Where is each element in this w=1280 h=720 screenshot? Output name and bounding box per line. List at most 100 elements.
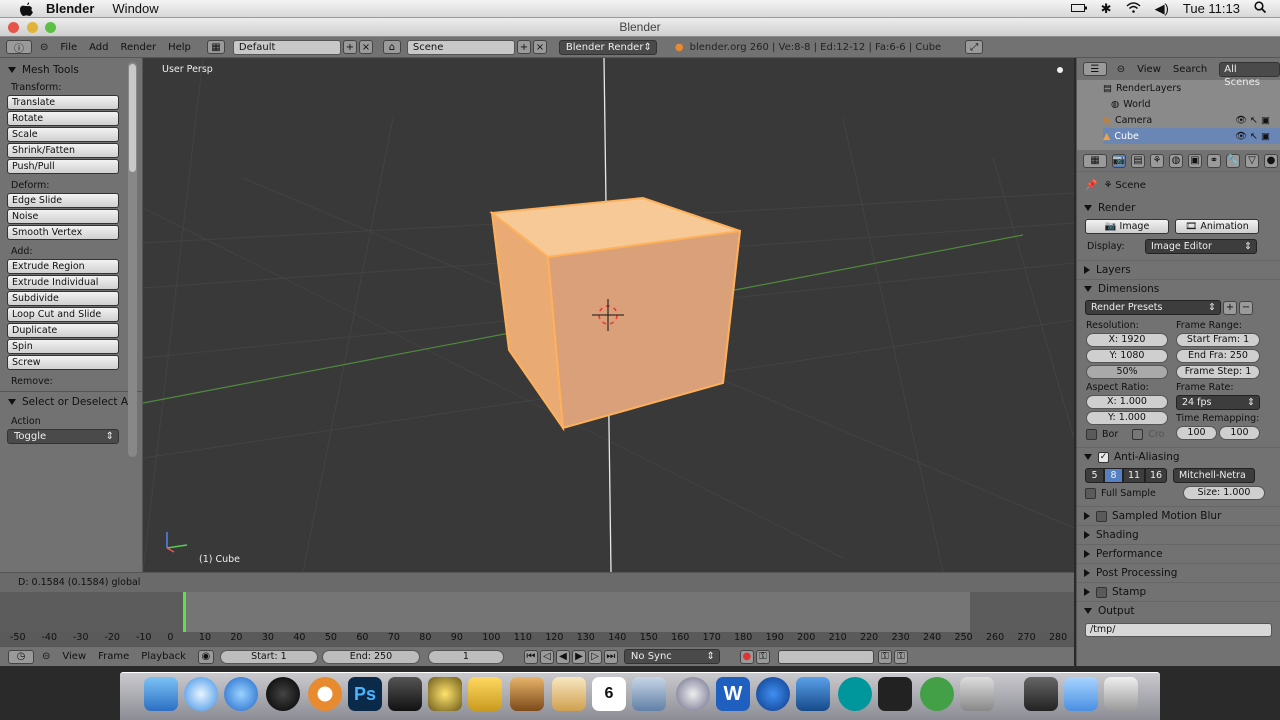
tool-rotate-button[interactable]: Rotate xyxy=(7,111,119,126)
imovie-star-icon[interactable] xyxy=(428,677,462,711)
timeline-editor[interactable]: -50 -40 -30 -20 -10 0 10 20 30 40 50 60 70 80 90 100 110… xyxy=(0,592,1074,646)
tool-edge-slide-button[interactable]: Edge Slide xyxy=(7,193,119,208)
aspect-y-field[interactable]: Y: 1.000 xyxy=(1086,411,1168,425)
resolution-percentage-field[interactable]: 50% xyxy=(1086,365,1168,379)
finder-icon[interactable] xyxy=(144,677,178,711)
calendar-icon[interactable]: 6 xyxy=(592,677,626,711)
garageband-icon[interactable] xyxy=(510,677,544,711)
editor-type-outliner-icon[interactable]: ☰ xyxy=(1083,62,1107,76)
aa-filter-select[interactable]: Mitchell-Netra xyxy=(1173,468,1255,483)
render-image-button[interactable]: 📷 Image xyxy=(1085,219,1169,234)
tool-shrink-fatten-button[interactable]: Shrink/Fatten xyxy=(7,143,119,158)
zoom-window-icon[interactable] xyxy=(45,22,56,33)
remap-old-field[interactable]: 100 xyxy=(1176,426,1217,440)
start-frame-field[interactable]: Start: 1 xyxy=(219,649,318,664)
close-window-icon[interactable] xyxy=(8,22,19,33)
menu-app-name[interactable]: Blender xyxy=(46,1,94,16)
bluetooth-icon[interactable]: ✱ xyxy=(1101,1,1112,17)
outliner-item-world[interactable]: ◍ World xyxy=(1103,96,1280,112)
prev-keyframe-icon[interactable]: ◁ xyxy=(539,649,554,664)
current-frame-field[interactable]: 1 xyxy=(427,649,504,664)
insert-keyframe-icon[interactable]: ⚿ xyxy=(877,649,892,664)
render-panel-header[interactable]: Render xyxy=(1077,198,1280,217)
aa-samples-16[interactable]: 16 xyxy=(1145,468,1167,483)
remap-new-field[interactable]: 100 xyxy=(1219,426,1260,440)
crop-checkbox[interactable] xyxy=(1132,429,1144,440)
stamp-checkbox[interactable] xyxy=(1096,586,1107,598)
music-folder-icon[interactable] xyxy=(1024,677,1058,711)
post-processing-panel-header[interactable]: Post Processing xyxy=(1077,563,1280,582)
scene-field[interactable]: Scene xyxy=(406,39,515,55)
render-presets-select[interactable]: Render Presets ⇕ xyxy=(1085,300,1221,315)
resolution-x-field[interactable]: X: 1920 xyxy=(1086,333,1168,347)
tool-screw-button[interactable]: Screw xyxy=(7,355,119,370)
frame-step-field[interactable]: Frame Step: 1 xyxy=(1176,365,1260,379)
current-frame-cursor[interactable] xyxy=(183,592,186,632)
layers-panel-header[interactable]: Layers xyxy=(1077,260,1280,279)
tool-translate-button[interactable]: Translate xyxy=(7,95,119,110)
menu-view[interactable]: View xyxy=(62,651,86,662)
delete-scene-icon[interactable]: × xyxy=(532,40,547,54)
frame-end-field[interactable]: End Fra: 250 xyxy=(1176,349,1260,363)
data-tab-icon[interactable]: ▽ xyxy=(1245,153,1259,168)
trash-icon[interactable] xyxy=(1104,677,1138,711)
performance-panel-header[interactable]: Performance xyxy=(1077,544,1280,563)
clock[interactable]: Tue 11:13 xyxy=(1183,1,1240,16)
photoshop-icon[interactable]: Ps xyxy=(348,677,382,711)
output-path-field[interactable]: /tmp/ xyxy=(1085,623,1272,637)
screen-layout-field[interactable]: Default xyxy=(232,39,341,55)
constraints-tab-icon[interactable]: ⚭ xyxy=(1207,153,1221,168)
visibility-icons[interactable]: 👁 ↖ ▣ xyxy=(1235,115,1270,126)
scene-tab-icon[interactable]: ⚘ xyxy=(1150,153,1164,168)
pin-icon[interactable]: 📌 xyxy=(1085,180,1097,191)
object-tab-icon[interactable]: ▣ xyxy=(1188,153,1202,168)
play-reverse-icon[interactable]: ◀ xyxy=(555,649,570,664)
keying-set-field[interactable] xyxy=(777,649,874,664)
tool-push-pull-button[interactable]: Push/Pull xyxy=(7,159,119,174)
record-icon[interactable]: ● xyxy=(739,649,754,664)
tool-smooth-vertex-button[interactable]: Smooth Vertex xyxy=(7,225,119,240)
action-select[interactable]: Toggle ⇕ xyxy=(7,429,119,444)
collapse-menu-icon[interactable]: ⊝ xyxy=(42,651,50,662)
last-operator-header[interactable]: Select or Deselect All xyxy=(0,392,142,412)
iphoto-icon[interactable] xyxy=(468,677,502,711)
volume-icon[interactable]: ◀) xyxy=(1155,1,1169,17)
frame-start-field[interactable]: Start Fram: 1 xyxy=(1176,333,1260,347)
apple-icon[interactable] xyxy=(18,1,34,16)
menu-window[interactable]: Window xyxy=(112,1,158,16)
play-icon[interactable]: ▶ xyxy=(571,649,586,664)
scene-icon[interactable]: ⌂ xyxy=(382,40,401,54)
utorrent-icon[interactable] xyxy=(920,677,954,711)
outliner-menu-search[interactable]: Search xyxy=(1173,64,1207,75)
mail-icon[interactable] xyxy=(632,677,666,711)
system-preferences-icon[interactable] xyxy=(676,677,710,711)
render-tab-icon[interactable]: 📷 xyxy=(1112,153,1126,168)
outliner-menu-view[interactable]: View xyxy=(1137,64,1161,75)
timeline-ruler[interactable]: -50 -40 -30 -20 -10 0 10 20 30 40 50 60 70 80 90 100 110… xyxy=(0,632,1074,646)
mesh-tools-header[interactable]: Mesh Tools xyxy=(0,60,142,80)
tool-spin-button[interactable]: Spin xyxy=(7,339,119,354)
minimize-window-icon[interactable] xyxy=(27,22,38,33)
add-preset-icon[interactable]: + xyxy=(1223,300,1237,315)
tool-duplicate-button[interactable]: Duplicate xyxy=(7,323,119,338)
itunes-icon[interactable] xyxy=(224,677,258,711)
spotlight-icon[interactable] xyxy=(1254,1,1267,16)
tool-subdivide-button[interactable]: Subdivide xyxy=(7,291,119,306)
editor-type-info-icon[interactable]: ⓘ xyxy=(6,40,32,55)
viewport-corner-icon[interactable] xyxy=(1057,67,1063,73)
unity-icon[interactable] xyxy=(878,677,912,711)
motion-blur-panel-header[interactable]: Sampled Motion Blur xyxy=(1077,506,1280,525)
shading-panel-header[interactable]: Shading xyxy=(1077,525,1280,544)
arduino-icon[interactable] xyxy=(838,677,872,711)
delete-layout-icon[interactable]: × xyxy=(358,40,373,54)
menu-playback[interactable]: Playback xyxy=(141,651,186,662)
add-layout-icon[interactable]: + xyxy=(342,40,357,54)
menu-help[interactable]: Help xyxy=(168,42,191,53)
layers-tab-icon[interactable]: ▤ xyxy=(1131,153,1145,168)
full-sample-checkbox[interactable] xyxy=(1085,487,1096,499)
menu-add[interactable]: Add xyxy=(89,42,108,53)
sync-select[interactable]: No Sync ⇕ xyxy=(623,649,720,664)
photo-booth-icon[interactable] xyxy=(960,677,994,711)
border-checkbox[interactable] xyxy=(1086,429,1097,440)
xcode-icon[interactable] xyxy=(796,677,830,711)
